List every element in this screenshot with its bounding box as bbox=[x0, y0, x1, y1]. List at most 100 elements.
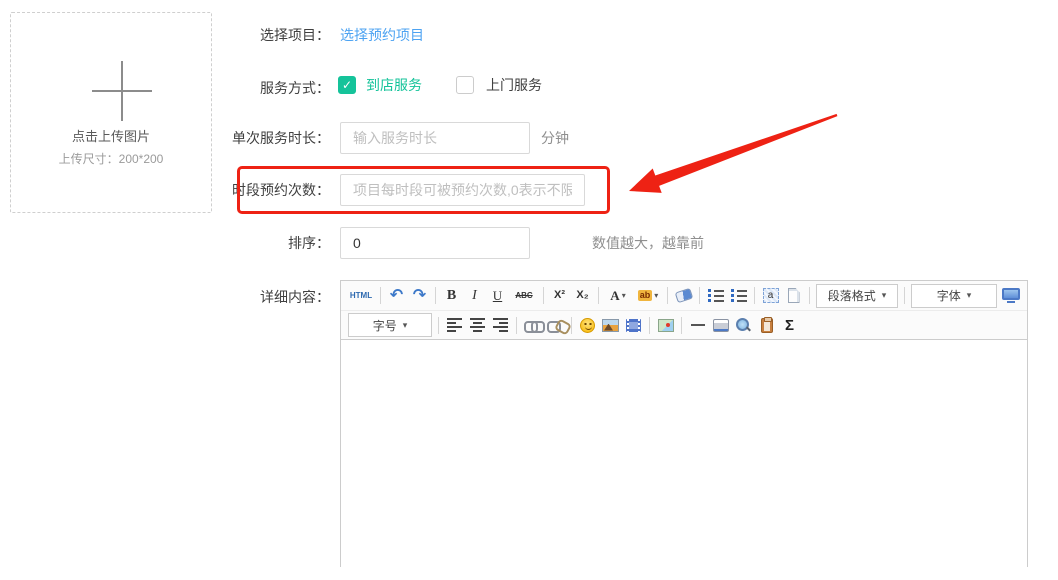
subscript-icon: X₂ bbox=[576, 290, 588, 301]
justify-right-icon bbox=[493, 318, 508, 332]
underline-icon: U bbox=[493, 289, 502, 302]
insert-image-button[interactable] bbox=[599, 314, 622, 337]
insert-video-icon bbox=[626, 319, 641, 332]
redo-button[interactable]: ↷ bbox=[408, 284, 431, 307]
toolbar-separator bbox=[649, 317, 650, 334]
undo-button[interactable]: ↶ bbox=[385, 284, 408, 307]
removeformat-button[interactable] bbox=[672, 284, 695, 307]
select-all-icon: a bbox=[763, 288, 779, 303]
chevron-down-icon: ▾ bbox=[622, 291, 626, 300]
preview-icon bbox=[736, 318, 751, 333]
checkbox-in-store[interactable]: ✓ bbox=[338, 76, 356, 94]
toolbar-separator bbox=[438, 317, 439, 334]
justify-center-icon bbox=[470, 318, 485, 332]
font-size-select[interactable]: 字号 ▾ bbox=[348, 313, 432, 337]
formula-button[interactable]: Σ bbox=[778, 314, 801, 337]
duration-input[interactable] bbox=[340, 122, 530, 154]
horizontal-rule-icon bbox=[691, 324, 705, 326]
superscript-icon: X² bbox=[554, 290, 565, 301]
italic-button[interactable]: I bbox=[463, 284, 486, 307]
insert-video-button[interactable] bbox=[622, 314, 645, 337]
clear-doc-button[interactable] bbox=[782, 284, 805, 307]
editor-toolbar: HTML↶↷BIUABCX²X₂A▾ab▾a段落格式▾字体▾字号▾Σ bbox=[341, 281, 1027, 340]
slot-limit-label: 时段预约次数： bbox=[0, 174, 330, 206]
superscript-button[interactable]: X² bbox=[548, 284, 571, 307]
toolbar-separator bbox=[754, 287, 755, 304]
italic-icon: I bbox=[472, 289, 477, 303]
source-button[interactable]: HTML bbox=[346, 284, 376, 307]
toolbar-separator bbox=[543, 287, 544, 304]
slot-limit-input[interactable] bbox=[340, 174, 585, 206]
justify-right-button[interactable] bbox=[489, 314, 512, 337]
red-arrow-annotation bbox=[615, 105, 845, 200]
forecolor-icon: A bbox=[610, 289, 619, 302]
toolbar-separator bbox=[516, 317, 517, 334]
source-icon: HTML bbox=[350, 292, 372, 300]
unlink-button[interactable] bbox=[544, 314, 567, 337]
print-icon bbox=[713, 319, 729, 332]
preview-button[interactable] bbox=[732, 314, 755, 337]
rich-text-editor: HTML↶↷BIUABCX²X₂A▾ab▾a段落格式▾字体▾字号▾Σ bbox=[340, 280, 1028, 567]
paragraph-format-select[interactable]: 段落格式 ▾ bbox=[816, 284, 898, 308]
paragraph-format-select-label: 段落格式 bbox=[828, 287, 876, 304]
font-size-select-label: 字号 bbox=[373, 317, 397, 334]
in-store-label[interactable]: 到店服务 bbox=[366, 75, 422, 95]
redo-icon: ↷ bbox=[413, 288, 426, 304]
select-all-button[interactable]: a bbox=[759, 284, 782, 307]
ordered-list-button[interactable] bbox=[704, 284, 727, 307]
ordered-list-icon bbox=[708, 289, 724, 303]
map-icon bbox=[658, 319, 674, 332]
unlink-icon bbox=[547, 320, 565, 330]
service-mode-group: ✓ 到店服务 上门服务 bbox=[338, 75, 542, 95]
horizontal-rule-button[interactable] bbox=[686, 314, 709, 337]
select-project-link[interactable]: 选择预约项目 bbox=[340, 25, 424, 45]
insert-link-button[interactable] bbox=[521, 314, 544, 337]
justify-left-button[interactable] bbox=[443, 314, 466, 337]
chevron-down-icon: ▾ bbox=[654, 291, 658, 300]
justify-left-icon bbox=[447, 318, 462, 332]
strikethrough-button[interactable]: ABC bbox=[509, 284, 539, 307]
font-family-select-label: 字体 bbox=[937, 287, 961, 304]
sort-label: 排序： bbox=[0, 227, 330, 259]
forecolor-button[interactable]: A▾ bbox=[603, 284, 633, 307]
check-icon: ✓ bbox=[342, 78, 352, 92]
bold-icon: B bbox=[447, 289, 456, 303]
subscript-button[interactable]: X₂ bbox=[571, 284, 594, 307]
justify-center-button[interactable] bbox=[466, 314, 489, 337]
emotion-button[interactable] bbox=[576, 314, 599, 337]
toolbar-separator bbox=[380, 287, 381, 304]
insert-image-icon bbox=[602, 319, 619, 332]
chevron-down-icon: ▾ bbox=[403, 320, 408, 331]
toolbar-separator bbox=[667, 287, 668, 304]
toolbar-separator bbox=[571, 317, 572, 334]
toolbar-separator bbox=[681, 317, 682, 334]
formula-icon: Σ bbox=[785, 318, 794, 333]
paste-icon bbox=[761, 318, 773, 333]
undo-icon: ↶ bbox=[390, 288, 403, 304]
unordered-list-button[interactable] bbox=[727, 284, 750, 307]
checkbox-home-visit[interactable] bbox=[456, 76, 474, 94]
fullscreen-button[interactable] bbox=[999, 284, 1022, 307]
duration-label: 单次服务时长： bbox=[0, 122, 330, 154]
sort-input[interactable] bbox=[340, 227, 530, 259]
clear-doc-icon bbox=[788, 288, 800, 303]
fullscreen-icon bbox=[1002, 288, 1020, 303]
toolbar-separator bbox=[809, 287, 810, 304]
strikethrough-icon: ABC bbox=[515, 292, 532, 300]
print-button[interactable] bbox=[709, 314, 732, 337]
home-visit-label[interactable]: 上门服务 bbox=[486, 75, 542, 95]
hilitecolor-icon: ab bbox=[638, 290, 653, 301]
detail-label: 详细内容： bbox=[0, 287, 330, 307]
chevron-down-icon: ▾ bbox=[882, 290, 887, 301]
editor-content-area[interactable] bbox=[341, 340, 1027, 567]
bold-button[interactable]: B bbox=[440, 284, 463, 307]
removeformat-icon bbox=[674, 288, 693, 303]
toolbar-separator bbox=[598, 287, 599, 304]
hilitecolor-button[interactable]: ab▾ bbox=[633, 284, 663, 307]
chevron-down-icon: ▾ bbox=[967, 290, 972, 301]
insert-link-icon bbox=[524, 320, 542, 330]
underline-button[interactable]: U bbox=[486, 284, 509, 307]
map-button[interactable] bbox=[654, 314, 677, 337]
font-family-select[interactable]: 字体 ▾ bbox=[911, 284, 997, 308]
paste-button[interactable] bbox=[755, 314, 778, 337]
